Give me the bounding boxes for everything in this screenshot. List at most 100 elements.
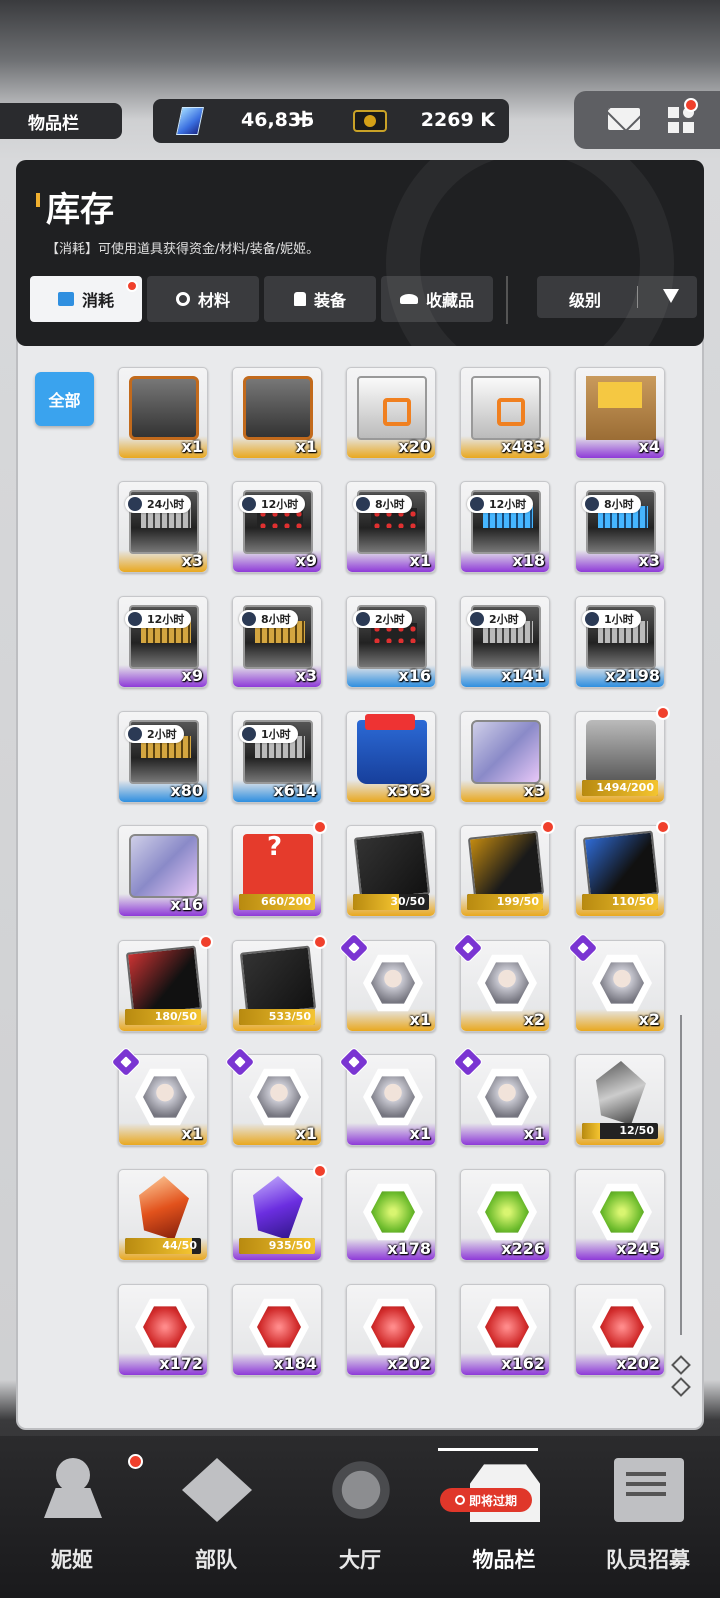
inventory-item[interactable]: x245 [575, 1169, 665, 1261]
inventory-item[interactable]: 935/50 [232, 1164, 327, 1261]
item-progress-bar: 30/50 [353, 894, 429, 910]
tab-consumables[interactable]: 消耗 [30, 276, 142, 322]
item-image [243, 376, 313, 440]
inventory-item[interactable]: 180/50 [118, 935, 213, 1032]
inventory-item[interactable]: 30/50 [346, 825, 436, 917]
item-image [357, 714, 427, 784]
inventory-item[interactable]: x178 [346, 1169, 436, 1261]
inventory-item[interactable]: x2 [452, 932, 550, 1032]
scrollbar[interactable] [680, 1015, 682, 1335]
inventory-item[interactable]: x1 [338, 932, 436, 1032]
add-gems-button[interactable]: + [293, 104, 315, 134]
inventory-item[interactable]: x16 [118, 825, 208, 917]
duration-tag: 24小时 [125, 495, 192, 513]
duration-tag: 1小时 [239, 725, 298, 743]
inventory-item[interactable]: x1 [110, 1046, 208, 1146]
nav-squad[interactable]: 部队 [144, 1436, 288, 1598]
item-quantity: x3 [181, 551, 203, 570]
inventory-item[interactable]: 12小时 x9 [232, 481, 322, 573]
timer-icon [242, 497, 256, 511]
item-quantity: x614 [273, 781, 317, 800]
inventory-item[interactable]: x1 [118, 367, 208, 459]
inventory-item[interactable]: 24小时 x3 [118, 481, 208, 573]
people-icon [38, 1458, 108, 1522]
item-quantity: x9 [295, 551, 317, 570]
duration-label: 8小时 [604, 498, 634, 511]
inventory-item[interactable]: 12小时 x9 [118, 596, 208, 688]
inventory-item[interactable]: 8小时 x1 [346, 481, 436, 573]
clock-icon [454, 1495, 465, 1505]
inventory-item[interactable]: 8小时 x3 [575, 481, 665, 573]
inventory-item[interactable]: x172 [118, 1284, 208, 1376]
currency-bar: 46,835 + 2269 K [153, 99, 509, 143]
item-quantity: x184 [273, 1354, 317, 1373]
notification-dot [128, 1454, 143, 1469]
progress-text: 533/50 [268, 1010, 311, 1023]
inventory-item[interactable]: x1 [338, 1046, 436, 1146]
notification-dot [656, 706, 670, 720]
inventory-item[interactable]: x202 [575, 1284, 665, 1376]
item-quantity: x4 [638, 437, 660, 456]
nav-inventory[interactable]: 物品栏 [432, 1436, 576, 1598]
inventory-item[interactable]: 44/50 [118, 1169, 208, 1261]
inventory-item[interactable]: 199/50 [460, 820, 555, 917]
item-quantity: x1 [295, 1124, 317, 1143]
item-image [477, 1183, 537, 1241]
item-quantity: x3 [638, 551, 660, 570]
progress-text: 44/50 [162, 1239, 197, 1252]
duration-label: 1小时 [604, 613, 634, 626]
notification-dot [684, 98, 698, 112]
item-image [249, 1068, 309, 1126]
inventory-item[interactable]: x483 [460, 367, 550, 459]
item-quantity: x9 [181, 666, 203, 685]
inventory-item[interactable]: 660/200 [232, 820, 327, 917]
inventory-item[interactable]: x4 [575, 367, 665, 459]
item-image [353, 830, 431, 902]
inventory-item[interactable]: x226 [460, 1169, 550, 1261]
inventory-item[interactable]: 1小时 x2198 [575, 596, 665, 688]
sort-divider [637, 286, 638, 308]
inventory-item[interactable]: x202 [346, 1284, 436, 1376]
sort-dropdown[interactable]: 级别 [537, 276, 697, 318]
tab-label: 材料 [197, 291, 230, 310]
tab-equipment[interactable]: 装备 [264, 276, 376, 322]
mail-icon[interactable] [608, 108, 640, 130]
inventory-item[interactable]: x2 [567, 932, 665, 1032]
tab-divider [506, 276, 508, 324]
inventory-item[interactable]: 110/50 [575, 820, 670, 917]
inventory-item[interactable]: x1 [452, 1046, 550, 1146]
inventory-item[interactable]: 1小时 x614 [232, 711, 322, 803]
inventory-item[interactable]: x363 [346, 711, 436, 803]
tab-materials[interactable]: 材料 [147, 276, 259, 322]
item-quantity: x3 [295, 666, 317, 685]
tab-collectibles[interactable]: 收藏品 [381, 276, 493, 322]
inventory-item[interactable]: x184 [232, 1284, 322, 1376]
filter-all-button[interactable]: 全部 [35, 372, 94, 426]
duration-tag: 12小时 [239, 495, 306, 513]
inventory-item[interactable]: 2小时 x80 [118, 711, 208, 803]
progress-text: 180/50 [154, 1010, 197, 1023]
inventory-item[interactable]: 2小时 x16 [346, 596, 436, 688]
inventory-item[interactable]: 12/50 [575, 1054, 665, 1146]
timer-icon [470, 497, 484, 511]
inventory-item[interactable]: 12小时 x18 [460, 481, 550, 573]
nav-recruit[interactable]: 队员招募 [576, 1436, 720, 1598]
duration-label: 12小时 [261, 498, 299, 511]
inventory-item[interactable]: x162 [460, 1284, 550, 1376]
item-quantity: x20 [398, 437, 431, 456]
page-description: 【消耗】可使用道具获得资金/材料/装备/妮姬。 [46, 242, 320, 257]
inventory-item[interactable]: 1494/200 [575, 706, 670, 803]
inventory-item[interactable]: 2小时 x141 [460, 596, 550, 688]
nav-lobby[interactable]: 大厅 [288, 1436, 432, 1598]
inventory-item[interactable]: 533/50 [232, 935, 327, 1032]
duration-label: 8小时 [375, 498, 405, 511]
item-quantity: x363 [387, 781, 431, 800]
item-quantity: x1 [409, 551, 431, 570]
inventory-item[interactable]: x1 [232, 367, 322, 459]
nav-nikke[interactable]: 妮姬 [0, 1436, 144, 1598]
inventory-item[interactable]: x20 [346, 367, 436, 459]
inventory-item[interactable]: x1 [224, 1046, 322, 1146]
inventory-item[interactable]: 8小时 x3 [232, 596, 322, 688]
tab-label: 收藏品 [425, 291, 474, 310]
inventory-item[interactable]: x3 [460, 711, 550, 803]
